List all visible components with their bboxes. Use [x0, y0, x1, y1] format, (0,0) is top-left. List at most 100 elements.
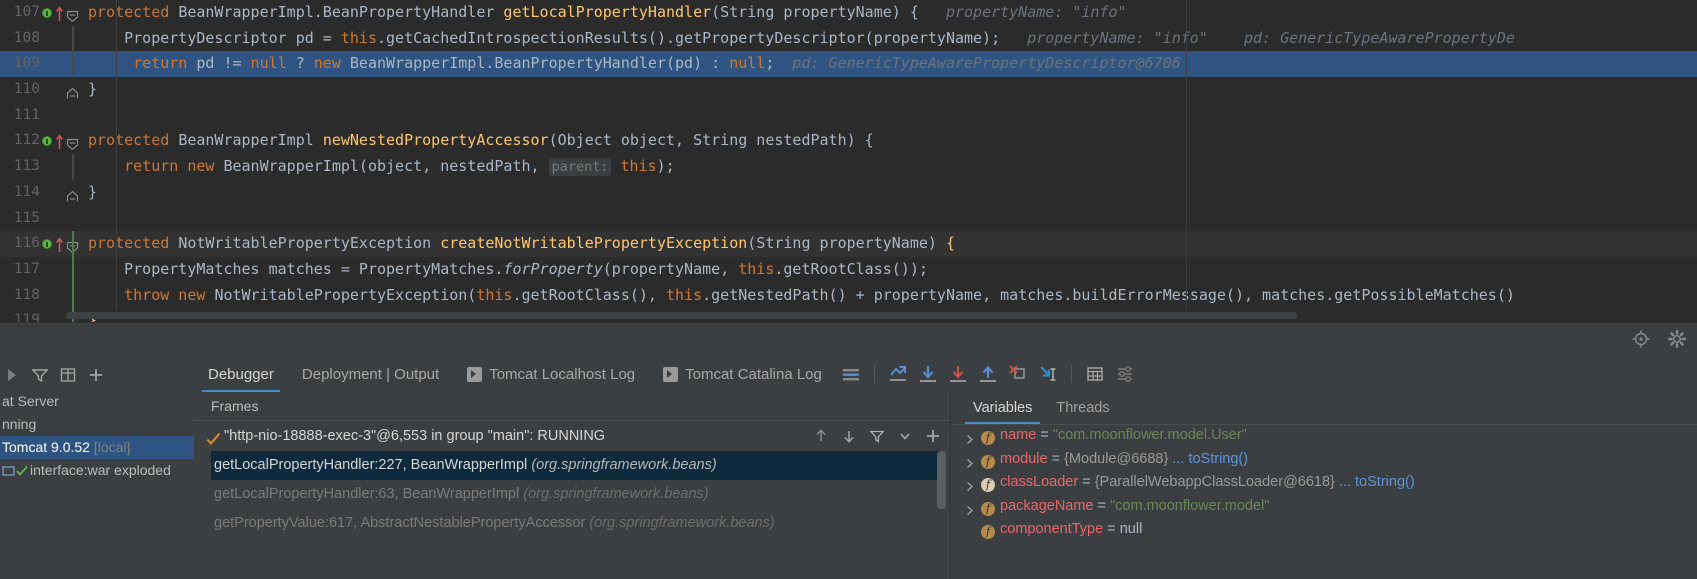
run-to-cursor-icon[interactable]	[1037, 363, 1059, 385]
chevron-right-icon[interactable]	[965, 430, 975, 445]
code-text[interactable]: protected BeanWrapperImpl.BeanPropertyHa…	[88, 0, 1127, 26]
thread-row[interactable]: "http-nio-18888-exec-3"@6,553 in group "…	[194, 421, 950, 452]
chevron-right-icon[interactable]	[965, 501, 975, 515]
code-text[interactable]: throw new NotWritablePropertyException(t…	[88, 283, 1515, 309]
tab-threads[interactable]: Threads	[1044, 393, 1121, 424]
variable-tostring-link[interactable]: ... toString()	[1168, 451, 1248, 467]
fold-gutter[interactable]	[62, 0, 84, 26]
step-into-icon[interactable]	[947, 363, 969, 385]
drop-frame-icon[interactable]	[1007, 363, 1029, 385]
code-text[interactable]: return pd != null ? new BeanWrapperImpl.…	[88, 51, 1181, 77]
variable-row[interactable]: f name = "com.moonflower.model.User"	[951, 424, 1697, 448]
fold-gutter[interactable]	[62, 25, 84, 52]
fold-gutter[interactable]	[62, 103, 84, 129]
code-line[interactable]: 116 protected NotWritablePropertyExceptio…	[0, 231, 1697, 257]
frames-scrollbar-thumb[interactable]	[937, 451, 946, 509]
code-text[interactable]: return new BeanWrapperImpl(object, neste…	[88, 154, 675, 181]
services-row[interactable]: nning	[0, 413, 194, 436]
filter-icon[interactable]	[868, 426, 886, 444]
call-stack-list[interactable]: getLocalPropertyHandler:227, BeanWrapper…	[211, 451, 941, 538]
debug-tabs-bar[interactable]: Debugger Deployment | Output Tomcat Localh…	[194, 356, 1697, 393]
fold-gutter[interactable]	[62, 282, 84, 309]
variable-row[interactable]: f packageName = "com.moonflower.model"	[951, 495, 1697, 519]
code-text[interactable]: }	[88, 180, 97, 206]
lines-icon[interactable]	[840, 363, 862, 385]
variable-tostring-link[interactable]: ... toString()	[1335, 474, 1415, 490]
target-icon[interactable]	[1631, 329, 1651, 349]
tab-debugger[interactable]: Debugger	[194, 357, 288, 392]
code-line[interactable]: 118 throw new NotWritablePropertyExcepti…	[0, 282, 1697, 309]
code-text[interactable]: }	[88, 77, 97, 103]
code-line[interactable]: 114}	[0, 180, 1697, 206]
code-text[interactable]: PropertyDescriptor pd = this.getCachedIn…	[88, 26, 1515, 52]
code-text[interactable]: PropertyMatches matches = PropertyMatche…	[88, 257, 928, 283]
add-icon[interactable]	[86, 365, 106, 385]
variables-tree[interactable]: f name = "com.moonflower.model.User" f modu…	[951, 424, 1697, 542]
code-line[interactable]: 113 return new BeanWrapperImpl(object, n…	[0, 154, 1697, 180]
add-icon[interactable]	[924, 426, 942, 444]
stack-frame-row[interactable]: getLocalPropertyHandler:63, BeanWrapperI…	[211, 480, 941, 509]
stack-frame-row[interactable]: getPropertyValue:617, AbstractNestablePr…	[211, 509, 941, 538]
show-execution-point-icon[interactable]	[887, 363, 909, 385]
code-line[interactable]: 108 PropertyDescriptor pd = this.getCach…	[0, 25, 1697, 52]
variable-row[interactable]: f classLoader = {ParallelWebappClassLoade…	[951, 471, 1697, 495]
step-over-icon[interactable]	[917, 363, 939, 385]
fold-gutter[interactable]	[62, 51, 84, 78]
code-line[interactable]: 115	[0, 206, 1697, 232]
tab-tomcat-localhost-log[interactable]: Tomcat Localhost Log	[453, 357, 649, 392]
code-line[interactable]: 111	[0, 103, 1697, 129]
filter-icon[interactable]	[30, 365, 50, 385]
down-arrow-icon[interactable]	[840, 426, 858, 444]
chevron-down-icon[interactable]	[896, 426, 914, 444]
variable-row[interactable]: f module = {Module@6688} ... toString()	[951, 448, 1697, 472]
stack-frame-package: (org.springframework.beans)	[523, 486, 709, 502]
services-row[interactable]: Tomcat 9.0.52 [local]	[0, 436, 194, 459]
step-out-icon[interactable]	[977, 363, 999, 385]
resume-icon[interactable]	[2, 365, 22, 385]
method-override-icon[interactable]	[42, 239, 52, 250]
variables-tabs[interactable]: Variables Threads	[951, 392, 1697, 425]
tab-variables[interactable]: Variables	[961, 393, 1044, 424]
fold-gutter[interactable]	[62, 206, 84, 232]
fold-gutter[interactable]	[62, 154, 84, 180]
code-line[interactable]: 107 protected BeanWrapperImpl.BeanPropert…	[0, 0, 1697, 26]
stack-frame-row[interactable]: getLocalPropertyHandler:227, BeanWrapper…	[211, 451, 941, 480]
code-lines-container[interactable]: 107 protected BeanWrapperImpl.BeanPropert…	[0, 0, 1697, 330]
code-line[interactable]: 117 PropertyMatches matches = PropertyMa…	[0, 256, 1697, 283]
layout-icon[interactable]	[58, 365, 78, 385]
method-override-icon[interactable]	[42, 136, 52, 147]
code-line[interactable]: 112 protected BeanWrapperImpl newNestedPr…	[0, 128, 1697, 154]
services-row[interactable]: at Server	[0, 390, 194, 413]
variable-row[interactable]: f componentType = null	[951, 518, 1697, 542]
services-list[interactable]: at Server nning Tomcat 9.0.52 [local] inter…	[0, 390, 194, 482]
services-row[interactable]: interface:war exploded	[0, 459, 194, 482]
gear-icon[interactable]	[1667, 329, 1687, 349]
fold-collapse-icon[interactable]	[66, 134, 79, 151]
code-text[interactable]: protected BeanWrapperImpl newNestedPrope…	[88, 128, 874, 154]
method-override-icon[interactable]	[42, 8, 52, 18]
chevron-right-icon[interactable]	[965, 454, 975, 468]
frames-toolbar[interactable]	[812, 426, 942, 444]
fold-gutter[interactable]	[62, 256, 84, 283]
chevron-right-icon[interactable]	[965, 477, 975, 492]
fold-gutter[interactable]	[62, 77, 84, 103]
settings-icon[interactable]	[1114, 363, 1136, 385]
fold-end-icon[interactable]	[66, 83, 79, 99]
fold-collapse-icon[interactable]	[66, 6, 79, 23]
fold-end-icon[interactable]	[66, 186, 79, 202]
editor-horizontal-scrollbar[interactable]	[66, 312, 1297, 319]
services-toolbar[interactable]	[0, 360, 196, 390]
evaluate-expression-icon[interactable]	[1084, 363, 1106, 385]
frames-scrollbar[interactable]	[937, 451, 946, 579]
tab-tomcat-catalina-log[interactable]: Tomcat Catalina Log	[649, 357, 836, 392]
fold-gutter[interactable]	[62, 231, 84, 257]
code-text[interactable]: protected NotWritablePropertyException c…	[88, 231, 955, 257]
variable-name: packageName	[1000, 497, 1094, 514]
fold-gutter[interactable]	[62, 180, 84, 206]
code-editor[interactable]: 107 protected BeanWrapperImpl.BeanPropert…	[0, 0, 1697, 330]
fold-gutter[interactable]	[62, 128, 84, 154]
tab-deployment-output[interactable]: Deployment | Output	[288, 357, 453, 392]
code-line[interactable]: 109 return pd != null ? new BeanWrapperI…	[0, 51, 1697, 78]
up-arrow-icon[interactable]	[812, 426, 830, 444]
code-line[interactable]: 110}	[0, 77, 1697, 103]
